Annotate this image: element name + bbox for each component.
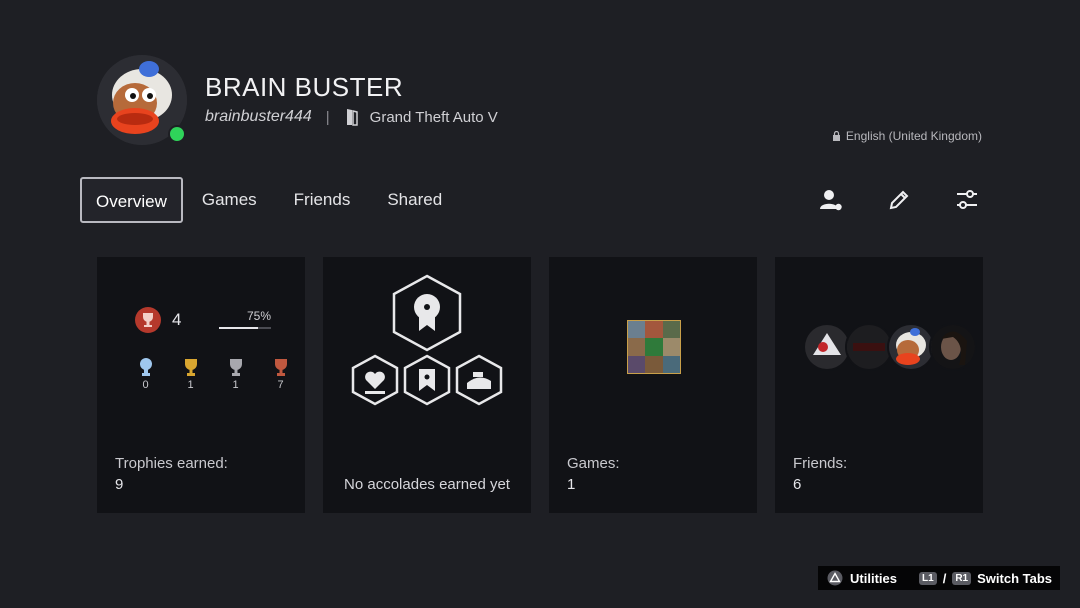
- games-card[interactable]: Games: 1: [549, 257, 757, 513]
- accolade-ribbon-icon: [392, 274, 462, 352]
- accolade-banner-icon: [403, 354, 451, 406]
- bronze-trophy-icon: [274, 359, 287, 376]
- friend-avatars: [803, 323, 977, 371]
- accolade-heart-icon: [351, 354, 399, 406]
- gold-count: 1: [187, 379, 194, 391]
- controller-hints: Utilities L1 / R1 Switch Tabs: [818, 566, 1060, 590]
- online-status-indicator: [168, 125, 186, 143]
- friend-avatar: [887, 323, 935, 371]
- platinum-trophy-icon: [139, 358, 152, 376]
- friend-request-icon: [820, 190, 842, 211]
- tab-games[interactable]: Games: [184, 177, 275, 223]
- profile-actions: [818, 186, 980, 214]
- friend-avatar-icon: [931, 325, 975, 369]
- friends-count: 6: [793, 476, 802, 493]
- profile-tabs: Overview Games Friends Shared: [80, 177, 461, 223]
- level-progress-fill: [219, 327, 258, 329]
- divider: |: [325, 108, 330, 126]
- trophy-counts: 0 1 1 7: [123, 357, 309, 391]
- utilities-hint: Utilities: [850, 570, 898, 586]
- accolade-helping-hand-icon: [455, 354, 503, 406]
- tab-shared[interactable]: Shared: [369, 177, 460, 223]
- tab-friends[interactable]: Friends: [276, 177, 369, 223]
- platinum-trophy: 0: [123, 357, 168, 391]
- settings-sliders-icon: [957, 190, 977, 209]
- gta-v-game-thumbnail: [627, 320, 681, 374]
- level-progress-bar: [219, 327, 271, 329]
- language-label: English (United Kingdom): [845, 129, 982, 143]
- bronze-count: 7: [277, 379, 284, 391]
- silver-trophy: 1: [213, 357, 258, 391]
- silver-count: 1: [232, 379, 239, 391]
- gold-trophy: 1: [168, 357, 213, 391]
- level-progress-percent: 75%: [246, 309, 271, 323]
- edit-profile-button[interactable]: [886, 186, 912, 214]
- profile-settings-button[interactable]: [954, 186, 980, 214]
- friend-avatar: [845, 323, 893, 371]
- gold-trophy-icon: [184, 359, 197, 376]
- accolades-card[interactable]: No accolades earned yet: [323, 257, 531, 513]
- profile-subline: brainbuster444 | Grand Theft Auto V: [205, 108, 498, 126]
- trophies-earned-value: 9: [115, 476, 124, 493]
- game-cover-art-icon: [628, 321, 680, 373]
- language-indicator: English (United Kingdom): [832, 129, 982, 143]
- trophies-earned-label: Trophies earned:: [115, 455, 228, 472]
- triangle-button-icon: [827, 570, 843, 586]
- no-accolades-text: No accolades earned yet: [344, 476, 510, 493]
- hint-slash: /: [942, 570, 947, 586]
- switch-tabs-hint: Switch Tabs: [977, 570, 1052, 586]
- level-progress: 75%: [219, 309, 271, 329]
- games-label: Games:: [567, 455, 620, 472]
- silver-trophy-icon: [229, 359, 242, 376]
- friend-avatar: [803, 323, 851, 371]
- friends-card[interactable]: Friends: 6: [775, 257, 983, 513]
- friend-avatar-icon: [847, 325, 891, 369]
- friend-avatar-icon: [805, 325, 849, 369]
- friend-avatar-icon: [889, 325, 933, 369]
- trophy-level-icon: [135, 307, 161, 333]
- friends-label: Friends:: [793, 455, 848, 472]
- profile-name: BRAIN BUSTER: [205, 72, 404, 102]
- now-playing-game: Grand Theft Auto V: [369, 108, 498, 126]
- tab-overview[interactable]: Overview: [80, 177, 183, 223]
- accolades-badges: [351, 274, 503, 406]
- bronze-trophy: 7: [258, 357, 303, 391]
- edit-pencil-icon: [889, 190, 909, 210]
- trophy-level: 4: [134, 306, 181, 334]
- online-id: brainbuster444: [205, 108, 312, 125]
- platinum-count: 0: [142, 379, 149, 391]
- trophies-card[interactable]: 4 75% 0 1 1 7 Trophies earned: 9: [97, 257, 305, 513]
- friend-avatar: [929, 323, 977, 371]
- trophy-level-number: 4: [172, 310, 182, 329]
- friend-request-button[interactable]: [818, 186, 844, 214]
- lock-icon: [832, 131, 840, 141]
- games-count: 1: [567, 476, 576, 493]
- ps5-console-icon: [346, 109, 358, 126]
- r1-button-icon: R1: [952, 571, 972, 585]
- l1-button-icon: L1: [919, 571, 937, 585]
